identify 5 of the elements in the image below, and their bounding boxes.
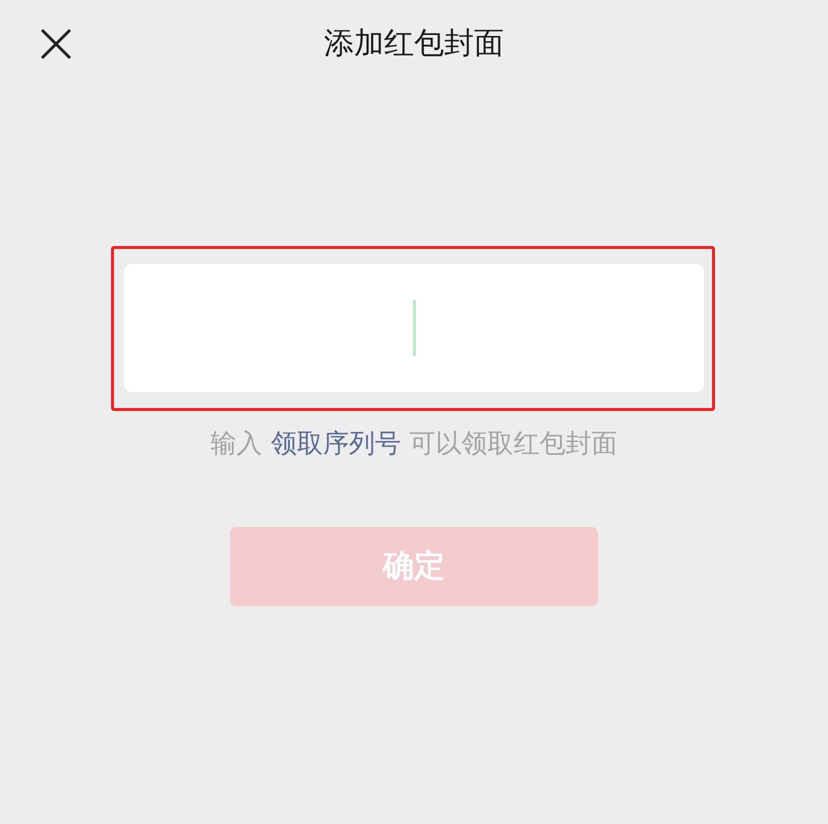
serial-number-link[interactable]: 领取序列号 <box>271 429 401 459</box>
close-icon[interactable] <box>40 28 72 60</box>
input-field[interactable] <box>124 264 704 392</box>
hint-text: 输入 领取序列号 可以领取红包封面 <box>210 431 618 457</box>
page-title: 添加红包封面 <box>324 29 504 59</box>
